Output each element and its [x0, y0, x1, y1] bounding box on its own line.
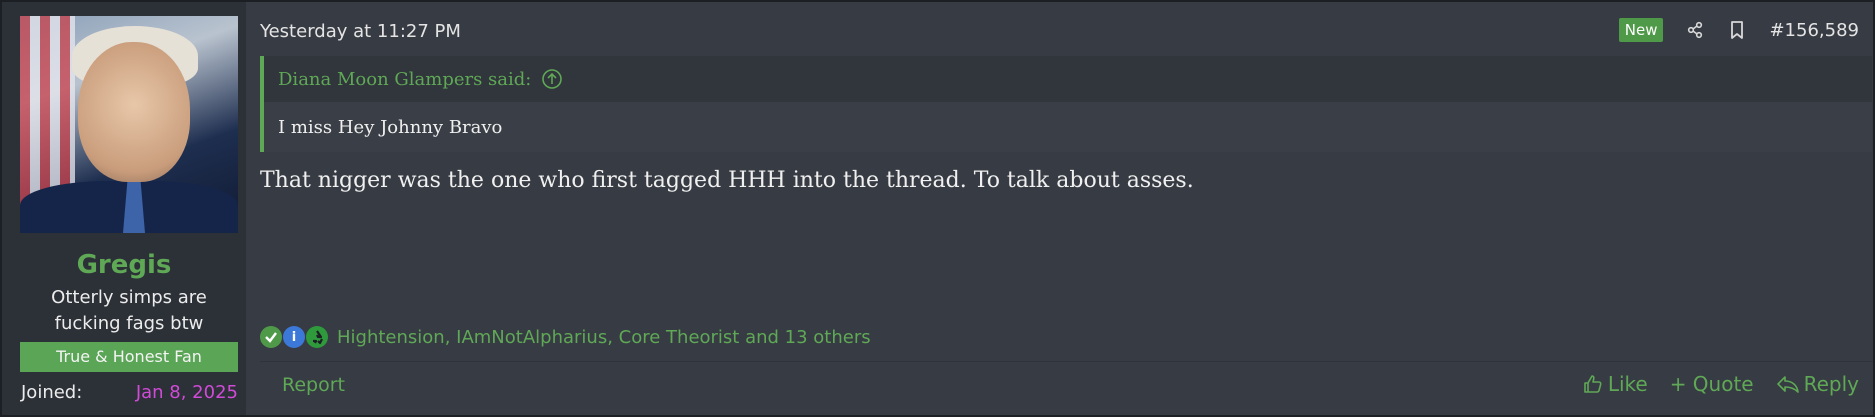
check-icon	[260, 326, 282, 348]
reactions-bar[interactable]: i Hightension, IAmNotAlpharius, Core The…	[260, 326, 871, 348]
arrow-up-circle-icon[interactable]	[541, 68, 563, 90]
report-link[interactable]: Report	[282, 374, 345, 396]
avatar[interactable]	[20, 16, 238, 233]
reply-icon	[1776, 376, 1799, 393]
user-banner: True & Honest Fan	[20, 342, 238, 372]
quote-button[interactable]: + Quote	[1670, 372, 1754, 396]
post-container: Gregis Otterly simps are fucking fags bt…	[0, 0, 1875, 417]
reaction-users[interactable]: Hightension, IAmNotAlpharius, Core Theor…	[337, 327, 871, 348]
bookmark-icon[interactable]	[1727, 20, 1747, 40]
user-title: Otterly simps are fucking fags btw	[51, 287, 207, 334]
reaction-icons: i	[260, 326, 329, 348]
joined-label: Joined:	[21, 382, 83, 403]
post-number[interactable]: #156,589	[1769, 20, 1859, 41]
reply-button[interactable]: Reply	[1776, 372, 1859, 396]
post-header-actions: New #156,589	[1618, 18, 1859, 42]
joined-date: Jan 8, 2025	[135, 382, 238, 403]
new-badge: New	[1618, 18, 1664, 42]
post-body: That nigger was the one who first tagged…	[260, 168, 1194, 193]
info-icon: i	[283, 326, 305, 348]
quote-author[interactable]: Diana Moon Glampers said:	[278, 69, 531, 90]
recycle-icon	[306, 326, 328, 348]
post-main: Yesterday at 11:27 PM New #156,589 Diana…	[246, 2, 1873, 415]
avatar-face	[78, 42, 190, 182]
post-date[interactable]: Yesterday at 11:27 PM	[260, 21, 461, 42]
quote-label: + Quote	[1669, 372, 1754, 396]
footer-actions: Like + Quote Reply	[1560, 372, 1859, 396]
like-button[interactable]: Like	[1582, 372, 1648, 396]
thumbs-up-icon	[1584, 375, 1602, 393]
user-info-column: Gregis Otterly simps are fucking fags bt…	[2, 2, 246, 415]
quote-header: Diana Moon Glampers said:	[264, 56, 1872, 102]
username[interactable]: Gregis	[2, 250, 246, 280]
reply-label: Reply	[1803, 372, 1859, 396]
quote-text: I miss Hey Johnny Bravo	[264, 102, 1872, 152]
like-label: Like	[1607, 372, 1648, 396]
share-icon[interactable]	[1685, 20, 1705, 40]
footer-divider	[260, 361, 1873, 362]
quote-block: Diana Moon Glampers said: I miss Hey Joh…	[260, 56, 1872, 152]
